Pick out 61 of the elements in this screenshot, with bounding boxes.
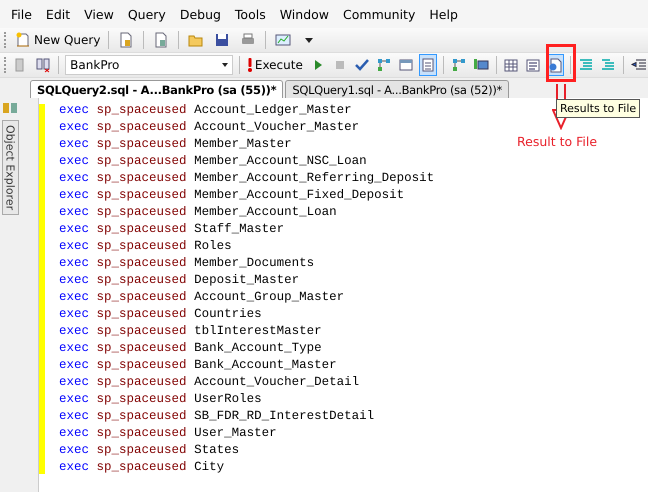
code-line: exec sp_spaceused Member_Master xyxy=(59,136,293,153)
database-select[interactable]: BankPro xyxy=(65,55,234,75)
menu-item[interactable]: Help xyxy=(422,6,465,22)
window-icon xyxy=(398,57,414,73)
code-line: exec sp_spaceused Account_Group_Master xyxy=(59,289,346,306)
document-tab[interactable]: SQLQuery1.sql - A...BankPro (sa (52))* xyxy=(285,80,509,98)
new-query-button[interactable]: New Query xyxy=(13,29,102,51)
lines-icon xyxy=(578,57,594,73)
code-line: exec sp_spaceused UserRoles xyxy=(59,391,263,408)
code-line: exec sp_spaceused User_Master xyxy=(59,425,278,442)
code-line: exec sp_spaceused Account_Voucher_Master xyxy=(59,119,360,136)
code-line: exec sp_spaceused States xyxy=(59,442,240,459)
menu-item[interactable]: Debug xyxy=(172,6,228,22)
menu-item[interactable]: View xyxy=(77,6,121,22)
lines-icon xyxy=(600,57,616,73)
diagram-icon xyxy=(450,57,467,73)
object-explorer-tab[interactable]: Object Explorer xyxy=(2,120,18,216)
execute-button[interactable]: Execute xyxy=(246,54,305,76)
code-line: exec sp_spaceused Roles xyxy=(59,238,233,255)
code-line: exec sp_spaceused Member_Account_NSC_Loan xyxy=(59,153,368,170)
highlight-frame xyxy=(546,44,576,82)
code-line: exec sp_spaceused SB_FDR_RD_InterestDetail xyxy=(59,408,376,425)
code-line: exec sp_spaceused Bank_Account_Master xyxy=(59,357,338,374)
chart-icon xyxy=(275,32,292,48)
menu-item[interactable]: Edit xyxy=(38,6,78,22)
annotation-label: Result to File xyxy=(517,134,598,149)
code-line: exec sp_spaceused City xyxy=(59,459,226,476)
menu-item[interactable]: File xyxy=(4,6,39,22)
code-line: exec sp_spaceused Deposit_Master xyxy=(59,272,300,289)
code-line: exec sp_spaceused Member_Documents xyxy=(59,255,316,272)
tooltip: Results to File xyxy=(556,99,640,118)
menu-item[interactable]: Tools xyxy=(228,6,273,22)
diagram-icon xyxy=(376,57,392,73)
menu-item[interactable]: Window xyxy=(272,6,336,22)
code-line: exec sp_spaceused Account_Voucher_Detail xyxy=(59,374,360,391)
code-line: exec sp_spaceused Countries xyxy=(59,306,263,323)
code-line: exec sp_spaceused Account_Ledger_Master xyxy=(59,102,353,119)
document-icon xyxy=(118,32,134,48)
document-icon xyxy=(153,32,170,48)
code-line: exec sp_spaceused Staff_Master xyxy=(59,221,286,238)
exclamation-icon xyxy=(248,58,252,72)
caret-icon xyxy=(305,38,314,42)
code-line: exec sp_spaceused Member_Account_Fixed_Deposit xyxy=(59,187,406,204)
object-explorer-icon xyxy=(2,100,18,116)
caret-icon xyxy=(222,63,228,67)
code-line: exec sp_spaceused Member_Account_Referring_Deposit xyxy=(59,170,434,187)
document-tab[interactable]: SQLQuery2.sql - A...BankPro (sa (55))* xyxy=(30,80,284,98)
new-document-icon xyxy=(15,32,31,48)
text-icon xyxy=(525,57,542,73)
code-line: exec sp_spaceused Member_Account_Loan xyxy=(59,204,338,221)
code-editor[interactable] xyxy=(38,98,648,492)
list-icon xyxy=(420,57,436,73)
grid-icon xyxy=(503,57,520,73)
code-line: exec sp_spaceused tblInterestMaster xyxy=(59,323,323,340)
check-icon xyxy=(354,57,370,73)
code-line: exec sp_spaceused Bank_Account_Type xyxy=(59,340,323,357)
server-icon xyxy=(35,57,52,73)
document-icon xyxy=(547,57,564,73)
menu-item[interactable]: Community xyxy=(336,6,422,22)
menu-item[interactable]: Query xyxy=(120,6,173,22)
layout-button[interactable] xyxy=(418,54,437,76)
